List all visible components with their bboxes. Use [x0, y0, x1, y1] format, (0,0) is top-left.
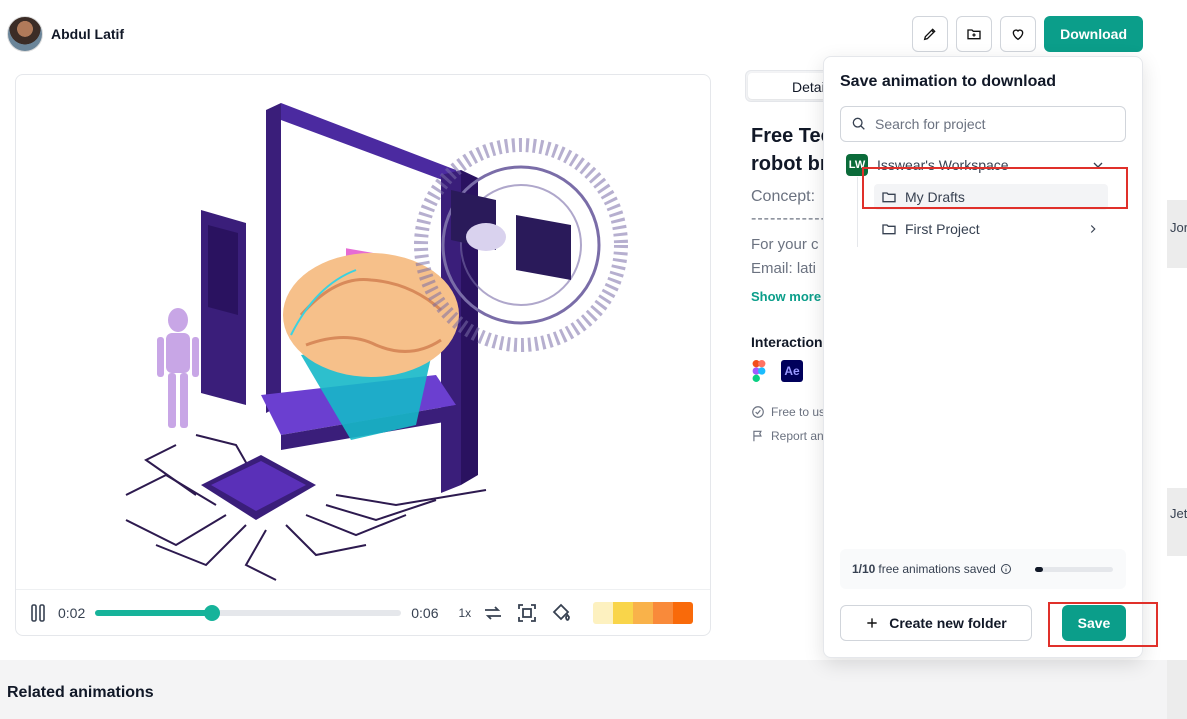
save-to-folder-button[interactable] [956, 16, 993, 52]
folder-label: First Project [905, 221, 980, 237]
related-section: Related animations [0, 660, 1167, 719]
edge-strip [1167, 0, 1187, 719]
description-line-1: For your c [751, 236, 819, 253]
highlight-box-save [1048, 602, 1158, 647]
report-text: Report an [771, 429, 824, 443]
animation-player: 0:02 0:06 1x [15, 74, 711, 636]
pencil-icon [923, 28, 936, 41]
create-folder-label: Create new folder [889, 615, 1007, 631]
free-to-use-text: Free to us [771, 405, 826, 419]
show-more-link[interactable]: Show more [751, 289, 821, 304]
color-swatch[interactable] [633, 601, 654, 624]
quota-count: 1/10 [852, 562, 876, 576]
circuit-traces [125, 434, 487, 581]
color-swatch[interactable] [593, 601, 614, 624]
check-circle-icon [752, 406, 764, 418]
create-folder-button[interactable]: Create new folder [840, 605, 1032, 641]
description-divider: ------------ [751, 210, 827, 227]
plus-icon [867, 618, 877, 628]
popup-title: Save animation to download [840, 73, 1057, 90]
title-line-2: robot br [751, 153, 828, 175]
description-line-2: Email: lati [751, 260, 817, 277]
quota-bar [1035, 567, 1113, 572]
edge-card-2[interactable] [1167, 488, 1187, 556]
interaction-heading: Interaction [751, 334, 823, 350]
figma-icon[interactable] [751, 360, 767, 382]
chevron-right-icon[interactable] [1086, 222, 1100, 236]
like-button[interactable] [1000, 16, 1037, 52]
author[interactable]: Abdul Latif [7, 16, 124, 52]
toolbar: Download [912, 16, 1143, 52]
total-time: 0:06 [411, 604, 439, 621]
description-concept: Concept: [751, 188, 816, 205]
search-input[interactable] [875, 116, 1105, 132]
progress-knob[interactable] [203, 604, 220, 621]
fullscreen-icon[interactable] [515, 601, 539, 625]
color-swatch[interactable] [673, 601, 694, 624]
folder-plus-icon [967, 29, 981, 40]
highlight-box-folder [862, 167, 1128, 209]
app-icons: Ae [751, 360, 803, 382]
edge-text-1[interactable]: Jor [1170, 220, 1187, 235]
animation-preview[interactable] [16, 75, 710, 589]
details-tabs: Detai [745, 70, 835, 102]
folder-item-first-project[interactable]: First Project [874, 216, 1108, 242]
tree-line [857, 177, 858, 247]
report-link[interactable]: Report an [751, 429, 824, 443]
details-panel: Detai Free Tec robot br Concept: -------… [745, 70, 835, 443]
brain [283, 253, 459, 377]
color-palette[interactable] [593, 601, 694, 624]
quota-info: 1/10 free animations saved [840, 549, 1126, 589]
author-name[interactable]: Abdul Latif [51, 26, 124, 42]
title-line-1: Free Tec [751, 125, 832, 147]
edge-text-2[interactable]: Jet [1170, 506, 1187, 521]
pause-icon[interactable] [28, 603, 48, 623]
robot-figure [157, 308, 199, 428]
color-swatch[interactable] [613, 601, 634, 624]
related-title: Related animations [7, 684, 154, 701]
folder-icon [882, 224, 896, 235]
project-search[interactable] [840, 106, 1126, 142]
color-swatch[interactable] [653, 601, 674, 624]
license-info: Free to us [751, 405, 825, 419]
flag-icon [753, 430, 762, 442]
animation-title: Free Tec robot br [751, 122, 832, 178]
page: Abdul Latif Download 0:02 0:06 1x Detai … [0, 0, 1187, 719]
edge-card-3 [1167, 660, 1187, 719]
progress-fill [95, 609, 212, 616]
tab-details[interactable]: Detai [748, 73, 832, 99]
speed-button[interactable]: 1x [459, 606, 472, 620]
paint-bucket-icon[interactable] [549, 601, 573, 625]
player-controls: 0:02 0:06 1x [16, 589, 710, 635]
edit-button[interactable] [912, 16, 949, 52]
search-icon [852, 117, 865, 130]
info-icon[interactable] [1000, 563, 1012, 575]
progress-slider[interactable] [95, 604, 402, 621]
download-button[interactable]: Download [1044, 16, 1143, 52]
save-animation-popup: Save animation to download LW Isswear's … [823, 56, 1143, 658]
quota-fill [1035, 567, 1043, 572]
avatar[interactable] [7, 16, 43, 52]
loop-icon[interactable] [481, 601, 505, 625]
after-effects-icon[interactable]: Ae [781, 360, 803, 382]
quota-text: free animations saved [878, 562, 996, 576]
heart-icon [1012, 29, 1024, 41]
current-time: 0:02 [58, 604, 86, 621]
